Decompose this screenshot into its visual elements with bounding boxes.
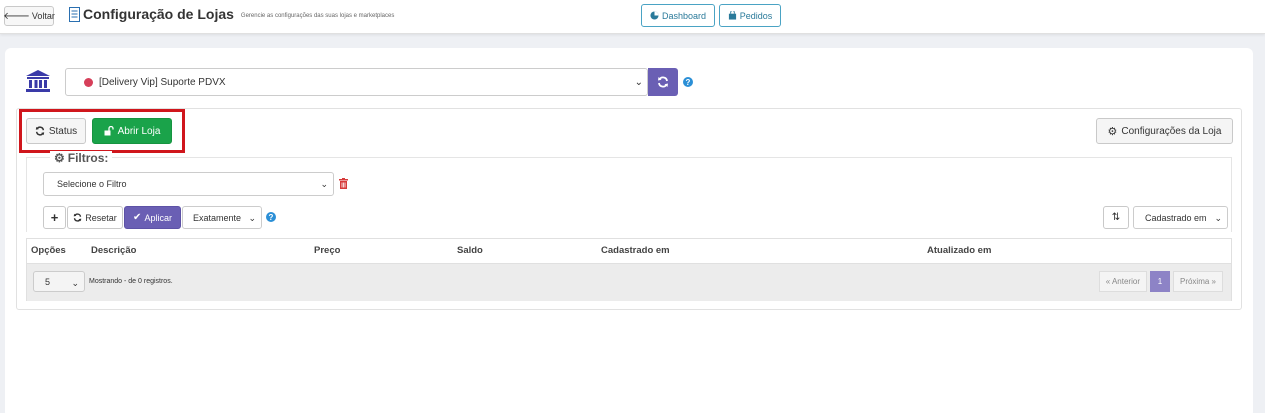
top-bar: 🡐 Voltar Configuração de Lojas Gerencie … <box>0 0 1265 34</box>
reset-filter-button[interactable]: Resetar <box>67 206 123 229</box>
column-header[interactable]: Preço <box>314 245 340 256</box>
chevron-down-icon: ⌄ <box>248 213 256 223</box>
match-mode-value: Exatamente <box>193 212 242 223</box>
column-header[interactable]: Saldo <box>457 245 483 256</box>
chevron-down-icon: ⌄ <box>71 278 79 288</box>
records-count-text: Mostrando - de 0 registros. <box>89 278 173 285</box>
gear-icon: ⚙ <box>54 151 65 165</box>
store-settings-button[interactable]: ⚙ Configurações da Loja <box>1096 118 1233 144</box>
column-header[interactable]: Atualizado em <box>927 245 991 256</box>
trash-icon[interactable] <box>339 178 348 189</box>
gears-icon: ⚙ <box>1107 125 1118 138</box>
filter-select[interactable]: Selecione o Filtro ⌄ <box>43 172 334 196</box>
page-subtitle: Gerencie as configurações das suas lojas… <box>240 13 395 19</box>
pie-chart-icon <box>650 11 659 20</box>
next-page-button[interactable]: Próxima » <box>1172 271 1223 292</box>
column-header[interactable]: Descrição <box>91 245 136 256</box>
per-page-value: 5 <box>45 276 51 287</box>
add-filter-button[interactable]: + <box>43 206 66 229</box>
help-icon[interactable]: ? <box>266 212 276 222</box>
store-settings-button-label: Configurações da Loja <box>1121 125 1222 137</box>
pagination: « Anterior 1 Próxima » <box>1098 271 1223 292</box>
refresh-store-button[interactable] <box>648 68 678 96</box>
table-footer: 5 ⌄ Mostrando - de 0 registros. « Anteri… <box>27 264 1231 301</box>
document-icon <box>69 6 80 22</box>
sort-numeric-icon: ⇅ <box>1111 212 1121 223</box>
orders-button-label: Pedidos <box>739 10 773 21</box>
column-header[interactable]: Cadastrado em <box>601 245 670 256</box>
current-page-button[interactable]: 1 <box>1149 271 1170 292</box>
refresh-icon <box>658 76 668 88</box>
records-table: Opções Descrição Preço Saldo Cadastrado … <box>26 238 1232 301</box>
apply-filter-label: Aplicar <box>144 212 172 223</box>
store-select-value: [Delivery Vip] Suporte PDVX <box>99 76 226 88</box>
highlight-box <box>19 109 185 153</box>
chevron-down-icon: ⌄ <box>1214 213 1222 223</box>
dashboard-button-label: Dashboard <box>661 10 707 21</box>
dashboard-button[interactable]: Dashboard <box>641 4 715 27</box>
back-button[interactable]: 🡐 Voltar <box>3 6 55 26</box>
arrow-left-icon: 🡐 <box>3 11 30 22</box>
chevron-down-icon: ⌄ <box>320 179 328 189</box>
filter-select-value: Selecione o Filtro <box>57 179 127 189</box>
store-status-dot <box>84 77 93 87</box>
sort-field-value: Cadastrado em <box>1145 212 1207 223</box>
back-button-label: Voltar <box>31 11 55 21</box>
sort-field-select[interactable]: Cadastrado em ⌄ <box>1133 206 1228 229</box>
apply-filter-button[interactable]: ✔ Aplicar <box>124 206 181 229</box>
table-header: Opções Descrição Preço Saldo Cadastrado … <box>27 239 1231 264</box>
filters-title: ⚙ Filtros: <box>50 151 113 165</box>
page-title: Configuração de Lojas <box>83 6 234 22</box>
bank-icon <box>26 70 50 92</box>
orders-button[interactable]: Pedidos <box>719 4 781 27</box>
reset-filter-label: Resetar <box>85 212 117 223</box>
match-mode-select[interactable]: Exatamente ⌄ <box>182 206 262 229</box>
shopping-bag-icon <box>728 11 736 20</box>
column-header[interactable]: Opções <box>31 245 66 256</box>
check-icon: ✔ <box>133 212 142 223</box>
filters-title-label: Filtros: <box>67 151 109 165</box>
page-header: Configuração de Lojas Gerencie as config… <box>69 6 394 22</box>
chevron-down-icon: ⌄ <box>634 77 643 88</box>
refresh-icon <box>73 213 82 222</box>
store-select[interactable]: [Delivery Vip] Suporte PDVX ⌄ <box>65 68 648 96</box>
per-page-select[interactable]: 5 ⌄ <box>33 271 85 292</box>
sort-order-button[interactable]: ⇅ <box>1103 206 1129 229</box>
previous-page-button[interactable]: « Anterior <box>1098 271 1147 292</box>
help-icon[interactable]: ? <box>683 77 693 87</box>
